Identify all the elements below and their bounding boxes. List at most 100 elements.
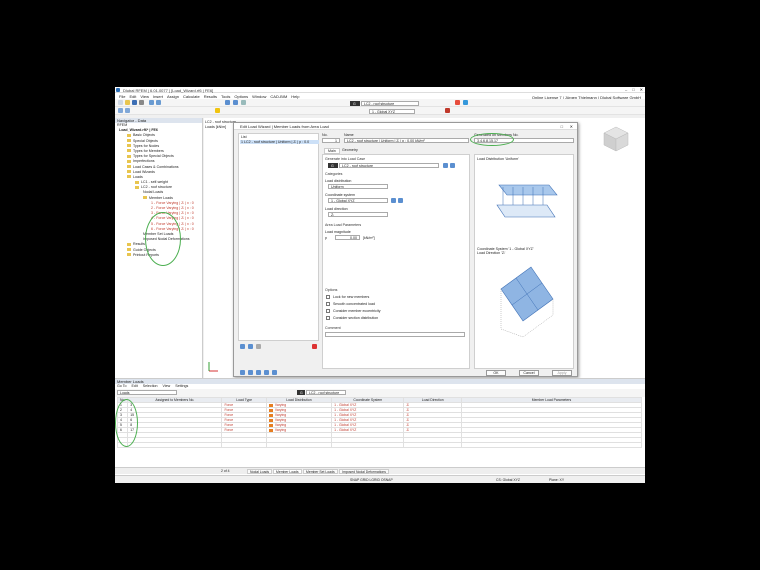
units-icon[interactable]	[248, 370, 253, 375]
close-icon[interactable]: ✕	[640, 87, 643, 92]
bottom-menu-edit[interactable]: Edit	[132, 384, 138, 388]
tab-member-set-loads[interactable]: Member Set Loads	[303, 469, 338, 474]
apply-button[interactable]: Apply	[552, 370, 572, 376]
folder-icon	[135, 185, 139, 189]
tab-member-loads[interactable]: Member Loads	[273, 469, 302, 474]
cell-empty[interactable]	[221, 442, 267, 448]
zoom-icon[interactable]	[125, 108, 130, 113]
cell-text: Force	[224, 423, 234, 427]
new-cs-icon[interactable]	[398, 198, 403, 203]
cell-empty[interactable]	[265, 442, 333, 448]
cancel-button[interactable]: Cancel	[519, 370, 539, 376]
cell-text: Force	[224, 403, 234, 407]
cell-text: Varying	[274, 403, 287, 407]
loadcase-select[interactable]: LC2 - roof structure	[361, 100, 419, 106]
main-settings-panel: Generate into Load Case G LC2 - roof str…	[322, 154, 470, 369]
categories-label: Categories	[325, 172, 343, 176]
color-swatch	[268, 413, 273, 417]
bottom-lc-select[interactable]: LC2 - roof structure	[306, 390, 346, 395]
load-wizard-dialog: Edit Load Wizard | Member Loads from Are…	[233, 122, 578, 377]
view-icon[interactable]	[225, 100, 230, 105]
viewport-units: Loads [kN/m]	[205, 125, 227, 129]
folder-icon	[135, 180, 139, 184]
ok-button[interactable]: OK	[486, 370, 506, 376]
cell-text: Zₗ	[406, 413, 410, 417]
snap-toggles[interactable]: SNAP GRID LGRID OSNAP	[350, 478, 393, 482]
cell-empty[interactable]	[461, 442, 642, 448]
cell-empty[interactable]	[331, 442, 405, 448]
list-header: List	[241, 135, 247, 139]
cs-select[interactable]: 1 - Global XYZ	[369, 108, 415, 114]
edit-lc-icon[interactable]	[443, 163, 448, 168]
pick-icon[interactable]	[256, 370, 261, 375]
cell-empty[interactable]	[127, 442, 223, 448]
new-lc-icon[interactable]	[450, 163, 455, 168]
no-label: No.	[322, 133, 328, 137]
redo-icon[interactable]	[156, 100, 161, 105]
minimize-icon[interactable]: –	[625, 87, 627, 92]
tab-imposed-deformations[interactable]: Imposed Nodal Deformations	[339, 469, 389, 474]
bottom-lc-tag: G	[297, 390, 305, 395]
dialog-maximize-icon[interactable]: □	[561, 124, 563, 129]
new-file-icon[interactable]	[118, 100, 123, 105]
render-icon[interactable]	[241, 100, 246, 105]
new-item-icon[interactable]	[240, 344, 245, 349]
open-file-icon[interactable]	[125, 100, 130, 105]
bottom-menu-settings[interactable]: Settings	[175, 384, 188, 388]
bottom-menu-goto[interactable]: Go To	[117, 384, 127, 388]
table-row-empty[interactable]	[116, 442, 642, 448]
list-item-1[interactable]: 1 LC2 - roof structure | Uniform | Zₗ | …	[240, 140, 319, 144]
list-toolbar	[238, 343, 319, 351]
cs-field[interactable]: 1 - Global XYZ	[328, 198, 388, 203]
tab-geometry[interactable]: Geometry	[342, 148, 358, 152]
preview-dist-title: Load Distribution 'Uniform'	[477, 157, 519, 161]
maximize-icon[interactable]: □	[632, 87, 634, 92]
member-loads-panel: Member Loads Go To Edit Selection View Setti…	[115, 378, 645, 475]
calculate-icon[interactable]	[455, 100, 460, 105]
comment-field[interactable]	[325, 332, 465, 337]
p-field[interactable]: 0.00	[335, 235, 360, 240]
search-icon[interactable]	[240, 370, 245, 375]
display-icon[interactable]	[233, 100, 238, 105]
ecc-checkbox[interactable]	[326, 309, 330, 313]
no-field[interactable]: 1	[322, 138, 340, 143]
view-cube-icon[interactable]	[603, 126, 629, 152]
info-icon[interactable]	[272, 370, 277, 375]
bottom-menu-view[interactable]: View	[163, 384, 171, 388]
dist-select[interactable]: Uniform	[328, 184, 388, 189]
preview-cs-title: Coordinate System '1 - Global XYZ' Load …	[477, 247, 534, 255]
undo-icon[interactable]	[149, 100, 154, 105]
save-icon[interactable]	[132, 100, 137, 105]
smooth-checkbox[interactable]	[326, 302, 330, 306]
ecc-label: Consider member eccentricity	[333, 309, 381, 313]
folder-icon	[127, 248, 131, 252]
color-swatch	[268, 403, 273, 407]
dialog-close-icon[interactable]: ✕	[570, 124, 573, 129]
cell-empty[interactable]	[403, 442, 462, 448]
color-swatch	[268, 428, 273, 432]
section-checkbox[interactable]	[326, 316, 330, 320]
select-icon[interactable]	[118, 108, 123, 113]
gen-lc-select[interactable]: LC2 - roof structure	[339, 163, 439, 168]
tab-nodal-loads[interactable]: Nodal Loads	[247, 469, 273, 474]
folder-icon	[127, 149, 131, 153]
delete-icon[interactable]	[312, 344, 317, 349]
lock-label: Lock for new members	[333, 295, 370, 299]
name-field[interactable]: LC2 - roof structure | Uniform | Zₗ | p …	[344, 138, 469, 143]
edit-cs-icon[interactable]	[391, 198, 396, 203]
model-icon[interactable]	[264, 370, 269, 375]
navigator-panel: Navigator - Data RFEM Load_Wizard.rf6* |…	[115, 118, 203, 378]
category-select[interactable]: Loads	[117, 390, 177, 395]
snap-icon[interactable]	[215, 108, 220, 113]
copy-item-icon[interactable]	[248, 344, 253, 349]
measure-icon[interactable]	[445, 108, 450, 113]
cell-text: Zₗ	[406, 423, 410, 427]
coordinate-system-preview-icon	[500, 266, 554, 338]
lock-checkbox[interactable]	[326, 295, 330, 299]
dir-select[interactable]: Zₗ	[328, 212, 388, 217]
print-icon[interactable]	[139, 100, 144, 105]
cell-text: Zₗ	[406, 408, 410, 412]
sort-icon[interactable]	[256, 344, 261, 349]
bottom-menu-selection[interactable]: Selection	[143, 384, 158, 388]
results-icon[interactable]	[463, 100, 468, 105]
